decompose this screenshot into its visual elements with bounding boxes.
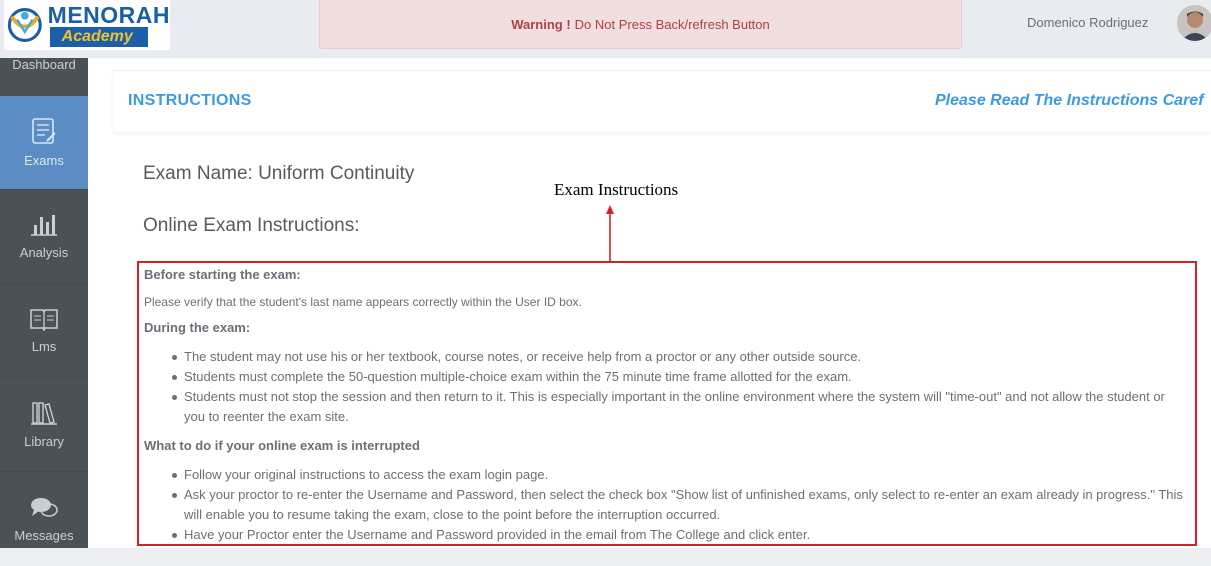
during-list: The student may not use his or her textb… xyxy=(168,347,1195,427)
analysis-icon xyxy=(31,215,57,236)
sidebar-item-analysis[interactable]: Analysis xyxy=(0,190,88,284)
instructions-box: Before starting the exam: Please verify … xyxy=(137,261,1197,546)
online-exam-title: Online Exam Instructions: xyxy=(143,215,360,236)
sidebar-item-messages[interactable]: Messages xyxy=(0,472,88,566)
sidebar-item-label: Exams xyxy=(24,153,64,168)
sidebar-item-exams[interactable]: Exams xyxy=(0,96,88,190)
panel-title: INSTRUCTIONS xyxy=(128,92,252,109)
annotation-label: Exam Instructions xyxy=(554,180,679,199)
top-bar: MENORAH Academy Warning ! Do Not Press B… xyxy=(0,0,1211,58)
before-heading: Before starting the exam: xyxy=(144,267,301,282)
list-item: Follow your original instructions to acc… xyxy=(168,465,1195,485)
instructions-header: INSTRUCTIONS Please Read The Instruction… xyxy=(113,70,1211,132)
sidebar-item-label: Dashboard xyxy=(12,57,76,72)
exam-name: Exam Name: Uniform Continuity xyxy=(143,163,415,184)
list-item: The student may not use his or her textb… xyxy=(168,347,1195,367)
user-name[interactable]: Domenico Rodriguez xyxy=(1027,15,1148,30)
main-content: INSTRUCTIONS Please Read The Instruction… xyxy=(88,58,1211,548)
warning-label: Warning ! xyxy=(511,16,571,32)
messages-icon xyxy=(31,497,58,517)
exams-icon xyxy=(32,118,56,144)
sidebar-item-label: Lms xyxy=(31,339,57,354)
logo-title: MENORAH xyxy=(47,2,170,28)
sidebar-item-label: Messages xyxy=(14,527,74,543)
panel-note: Please Read The Instructions Caref xyxy=(935,92,1204,109)
logo-subtitle: Academy xyxy=(49,27,148,47)
warning-text: Do Not Press Back/refresh Button xyxy=(574,16,770,32)
sidebar-item-library[interactable]: Library xyxy=(0,378,88,472)
sidebar-item-label: Analysis xyxy=(19,245,69,260)
academy-logo[interactable]: MENORAH Academy xyxy=(4,0,170,50)
sidebar-item-dashboard[interactable]: Dashboard xyxy=(0,58,88,96)
during-heading: During the exam: xyxy=(144,320,251,335)
annotation-arrow-icon xyxy=(606,205,614,262)
sidebar-item-lms[interactable]: Lms xyxy=(0,284,88,378)
sidebar-item-label: Library xyxy=(24,434,64,449)
interrupted-list: Follow your original instructions to acc… xyxy=(168,465,1195,544)
list-item: Students must not stop the session and t… xyxy=(168,387,1195,427)
library-icon xyxy=(31,402,57,425)
logo-emblem-icon xyxy=(7,8,42,42)
sidebar: Dashboard Exams Analysis Lms Library Mes… xyxy=(0,58,88,548)
interrupted-heading: What to do if your online exam is interr… xyxy=(144,438,420,453)
avatar[interactable] xyxy=(1177,5,1211,41)
list-item: Ask your proctor to re-enter the Usernam… xyxy=(168,485,1195,525)
warning-banner: Warning ! Do Not Press Back/refresh Butt… xyxy=(319,0,962,49)
list-item: Students must complete the 50-question m… xyxy=(168,367,1195,387)
list-item: Have your Proctor enter the Username and… xyxy=(168,525,1195,544)
user-avatar-icon xyxy=(1177,5,1211,41)
before-text: Please verify that the student's last na… xyxy=(144,295,582,309)
lms-icon xyxy=(30,309,58,331)
